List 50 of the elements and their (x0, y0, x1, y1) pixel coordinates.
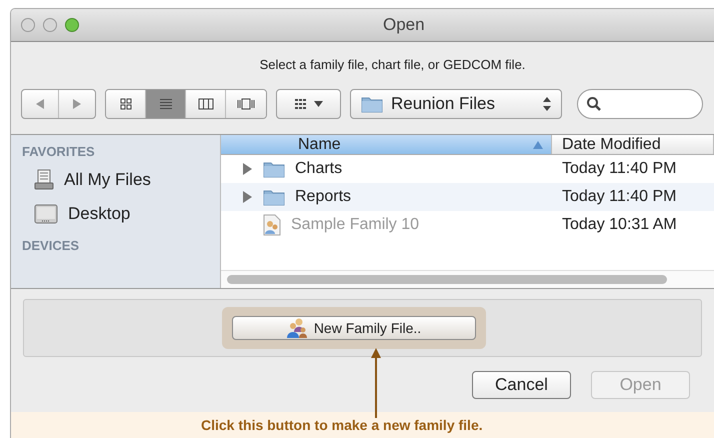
close-button[interactable] (21, 18, 35, 32)
family-file-icon (263, 214, 281, 236)
sidebar-heading: FAVORITES (21, 143, 96, 162)
folder-icon (361, 95, 383, 113)
zoom-button[interactable] (65, 18, 79, 32)
disclosure-triangle-icon[interactable] (242, 191, 252, 203)
folder-icon (263, 188, 285, 206)
caret-icon (314, 101, 323, 107)
view-mode-button[interactable] (226, 90, 266, 118)
view-mode-button[interactable] (146, 90, 186, 118)
file-name: Sample Family 10 (291, 215, 420, 235)
caption-text: Click this button to make a new family file. (201, 416, 483, 435)
location-dropdown[interactable]: Reunion Files (350, 89, 562, 119)
file-name: Charts (295, 159, 342, 179)
folder-icon (263, 160, 285, 178)
column-header[interactable]: Date Modified (552, 135, 714, 154)
search-field[interactable] (577, 89, 703, 119)
minimize-button[interactable] (43, 18, 57, 32)
sidebar-item[interactable]: All My Files (11, 163, 220, 197)
window-title: Open (383, 14, 425, 36)
desktop-icon (34, 204, 58, 224)
dialog-message: Select a family file, chart file, or GEDCOM file. (260, 56, 526, 74)
date-modified: Today 10:31 AM (561, 215, 677, 235)
date-modified: Today 11:40 PM (561, 159, 676, 179)
file-row[interactable]: Reports Today 11:40 PM (221, 183, 714, 211)
forward-arrow-icon[interactable] (72, 98, 82, 110)
file-stack-icon (34, 169, 54, 191)
cover-flow-icon (237, 98, 255, 110)
arrange-button[interactable] (276, 89, 341, 119)
view-mode-button[interactable] (106, 90, 146, 118)
back-arrow-icon[interactable] (35, 98, 45, 110)
dialog-button[interactable]: Cancel (472, 371, 571, 399)
sidebar-heading: DEVICES (21, 237, 80, 256)
file-name: Reports (295, 187, 352, 207)
view-mode-button[interactable] (186, 90, 226, 118)
search-icon (586, 96, 602, 112)
grid-icon (294, 98, 308, 110)
list-view-icon (158, 98, 172, 110)
date-modified: Today 11:40 PM (561, 187, 676, 207)
icon-view-icon (120, 98, 132, 110)
column-view-icon (198, 98, 214, 110)
sidebar-item[interactable]: Desktop (11, 197, 220, 231)
new-family-file-button[interactable]: New Family File.. (232, 316, 476, 340)
family-icon (286, 318, 308, 338)
disclosure-triangle-icon[interactable] (242, 163, 252, 175)
sort-arrow-icon (533, 140, 543, 148)
pointer-arrow (371, 348, 381, 418)
column-header[interactable]: Name (221, 135, 552, 154)
up-down-arrows-icon (543, 97, 551, 111)
scrollbar[interactable] (227, 275, 667, 284)
